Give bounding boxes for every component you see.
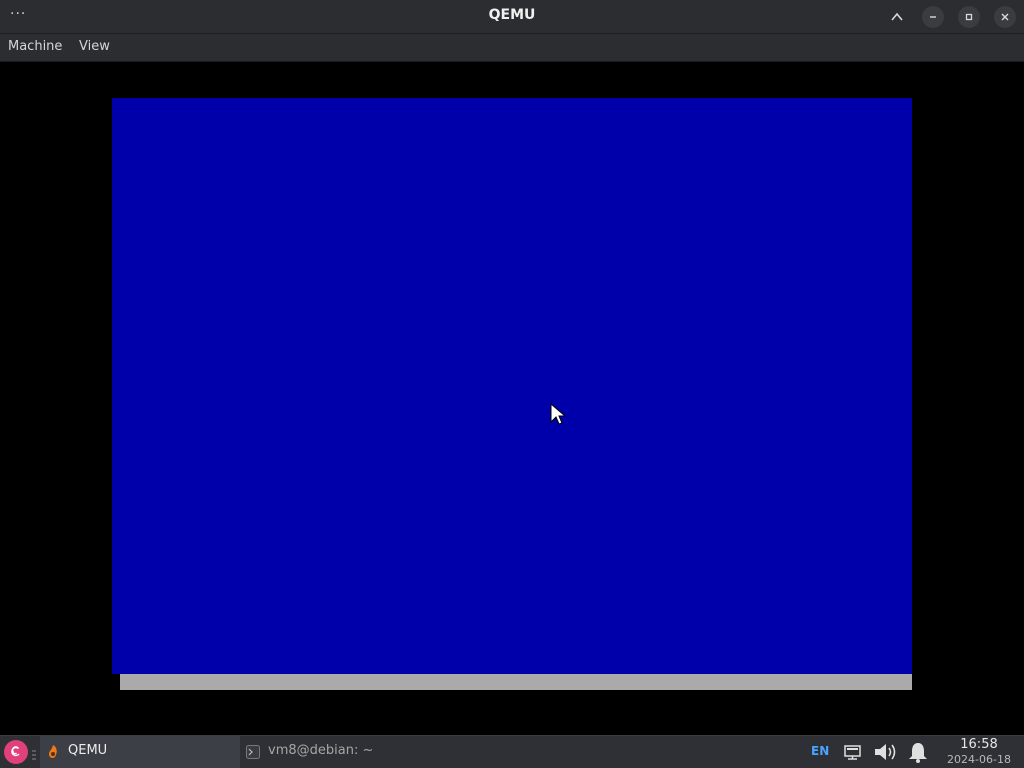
clock-date: 2024-06-18 <box>947 753 1011 766</box>
chevron-up-icon <box>891 12 903 21</box>
close-button[interactable] <box>994 6 1016 28</box>
vm-status-bar <box>120 674 912 690</box>
notification-bell-icon[interactable] <box>906 740 930 768</box>
minimize-icon <box>930 16 936 18</box>
qemu-icon <box>49 745 57 758</box>
system-clock[interactable]: 16:58 2024-06-18 <box>938 737 1020 767</box>
menu-machine[interactable]: Machine <box>8 39 62 54</box>
keep-above-button[interactable] <box>886 6 908 28</box>
maximize-icon <box>965 13 973 21</box>
minimize-button[interactable] <box>922 6 944 28</box>
taskbar-separator <box>32 746 36 760</box>
maximize-button[interactable] <box>958 6 980 28</box>
menubar: Machine View <box>0 34 1024 62</box>
taskbar: QEMU vm8@debian: ~ EN 16:58 2024-06-18 <box>0 735 1024 768</box>
close-icon <box>1001 13 1009 21</box>
network-icon[interactable] <box>844 745 861 764</box>
taskbar-item-terminal[interactable]: vm8@debian: ~ <box>240 736 440 768</box>
debian-swirl-icon <box>11 746 20 757</box>
mouse-cursor-icon <box>550 402 567 429</box>
menu-view[interactable]: View <box>79 39 110 54</box>
clock-time: 16:58 <box>960 737 998 752</box>
terminal-icon <box>246 745 260 759</box>
window-title: QEMU <box>488 7 536 23</box>
taskbar-item-qemu[interactable]: QEMU <box>40 736 240 768</box>
taskbar-item-label: vm8@debian: ~ <box>268 743 374 758</box>
start-menu-button[interactable] <box>4 740 28 764</box>
window-titlebar[interactable]: ··· QEMU <box>0 0 1024 34</box>
vm-screen[interactable] <box>112 98 912 674</box>
keyboard-language-indicator[interactable]: EN <box>811 744 829 758</box>
desktop: ··· QEMU Machine View QEMU vm8@debian: ~… <box>0 0 1024 768</box>
volume-icon[interactable] <box>873 741 899 767</box>
vm-display-area[interactable] <box>0 62 1024 735</box>
taskbar-item-label: QEMU <box>68 743 108 758</box>
